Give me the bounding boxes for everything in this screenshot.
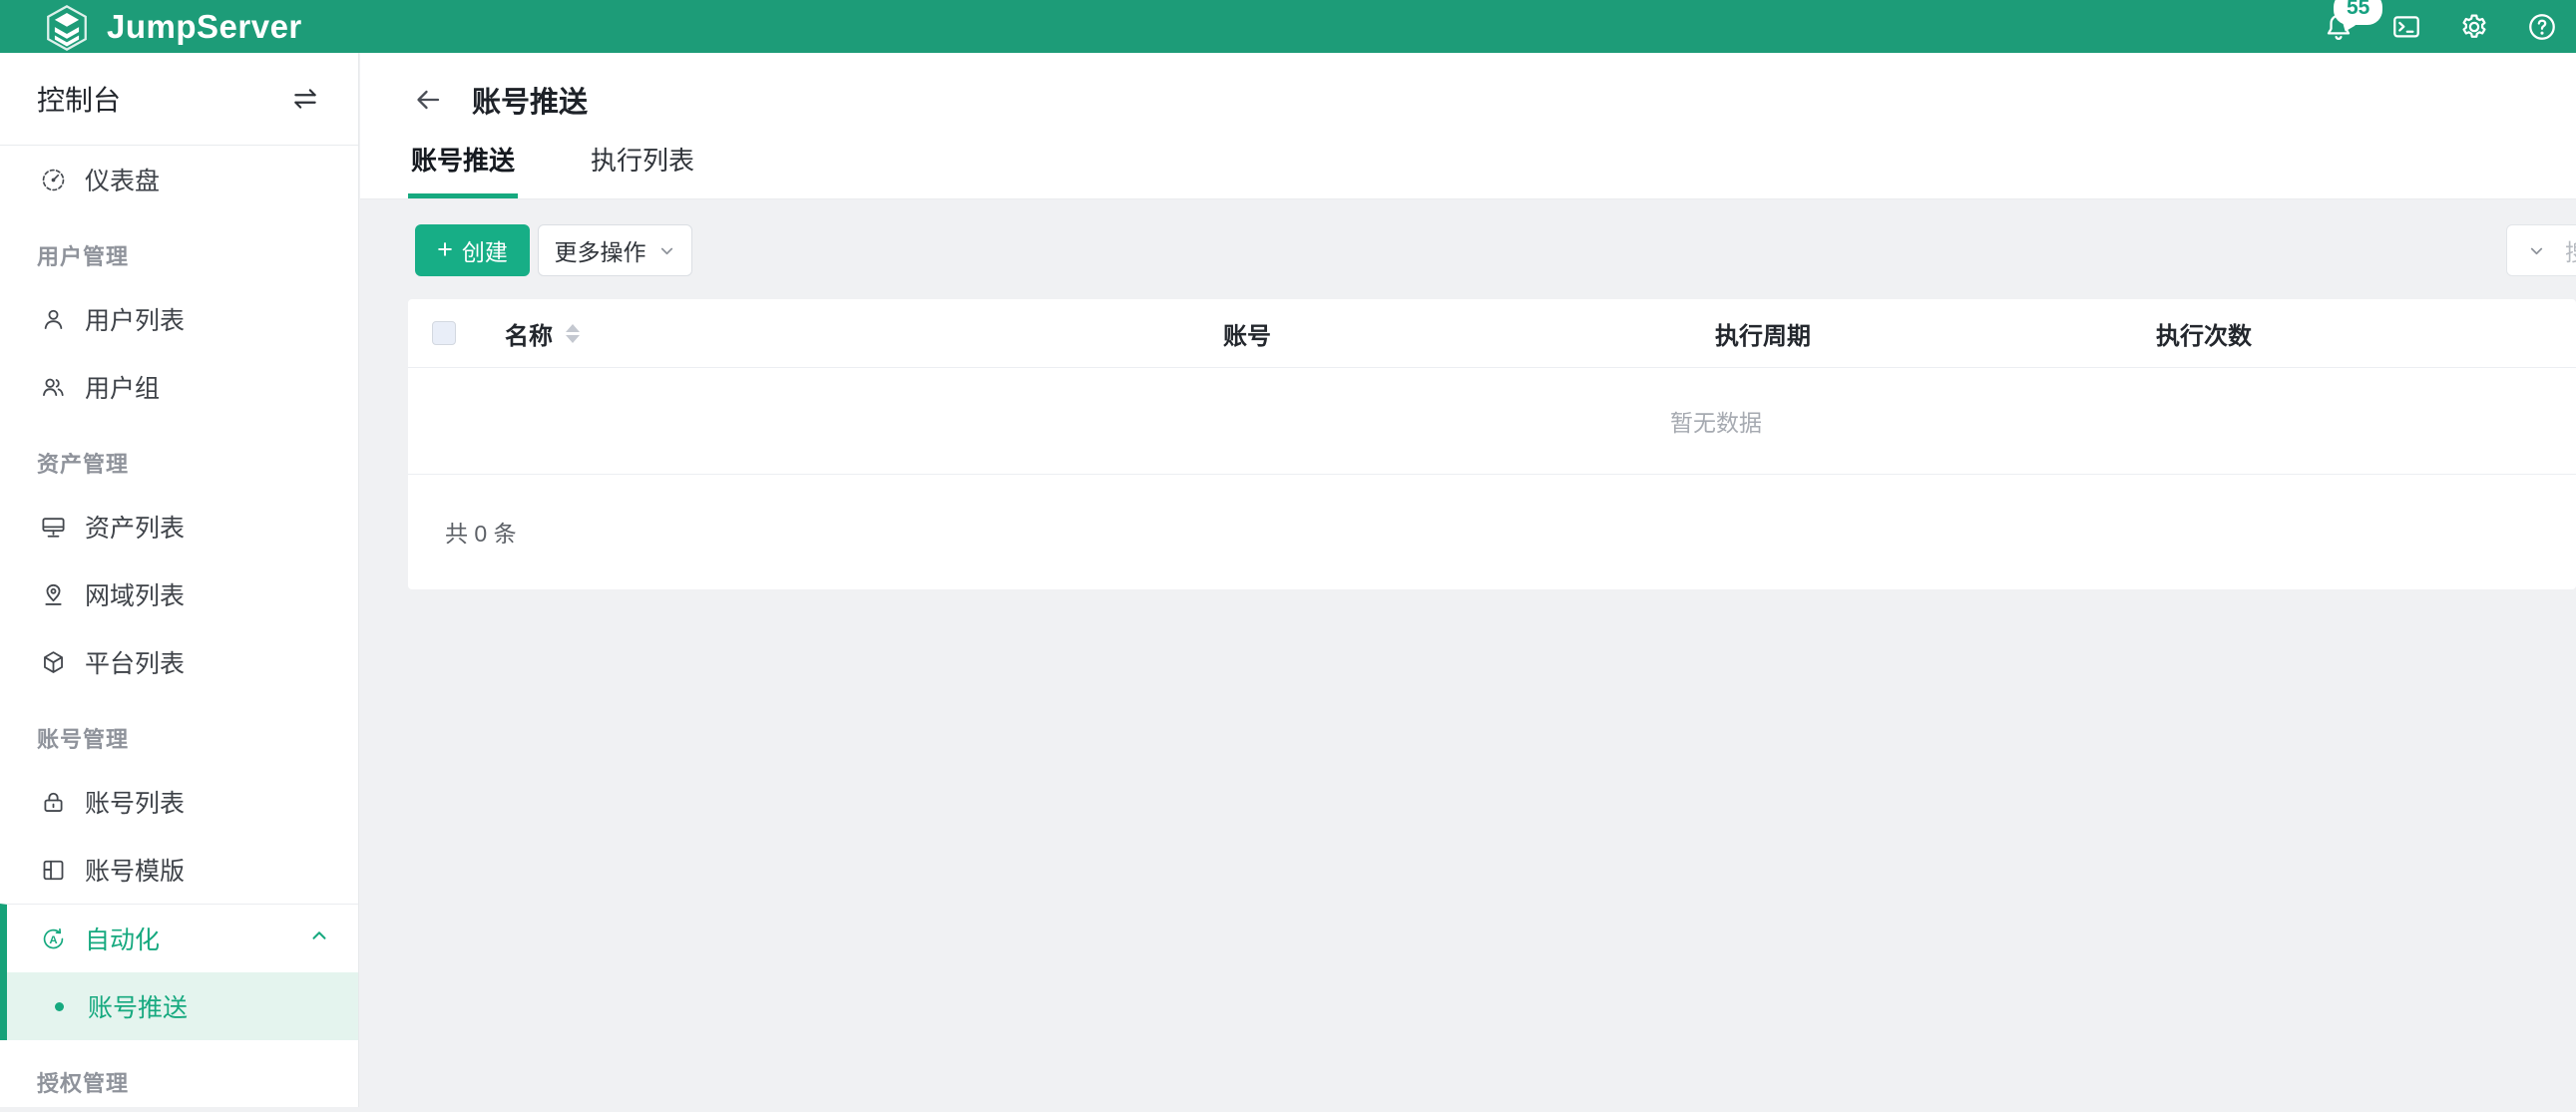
- help-icon[interactable]: [2526, 11, 2558, 43]
- search-filter-select[interactable]: 搜: [2506, 224, 2576, 276]
- settings-gear-icon[interactable]: [2458, 11, 2490, 43]
- sidebar-item-label: 网域列表: [85, 576, 185, 612]
- template-layout-icon: [40, 857, 67, 884]
- table-panel: 名称 账号 执行周期 执行次数 暂无数据 共 0 条: [408, 299, 2576, 589]
- main-content: 账号推送 账号推送 执行列表 + 创建 更多操作 搜 名称: [360, 53, 2576, 1107]
- more-actions-button[interactable]: 更多操作: [538, 224, 692, 276]
- top-header-bar: JumpServer 55: [0, 0, 2576, 53]
- page-title: 账号推送: [472, 79, 588, 121]
- sidebar-item-label: 自动化: [85, 921, 160, 956]
- select-all-checkbox[interactable]: [432, 321, 456, 345]
- sidebar-item-automation[interactable]: A 自动化: [7, 905, 358, 972]
- sidebar-section-user-management: 用户管理: [0, 213, 358, 285]
- sidebar-item-account-list[interactable]: 账号列表: [0, 768, 358, 836]
- back-arrow-icon[interactable]: [411, 83, 445, 117]
- user-icon: [40, 306, 67, 333]
- sidebar-subitem-label: 账号推送: [88, 988, 188, 1024]
- view-switch-icon[interactable]: [288, 82, 322, 116]
- chevron-up-icon[interactable]: [308, 925, 330, 953]
- sort-carets-icon[interactable]: [566, 324, 580, 343]
- sidebar-item-platform-list[interactable]: 平台列表: [0, 628, 358, 696]
- sidebar-section-asset-management: 资产管理: [0, 421, 358, 493]
- account-lock-icon: [40, 789, 67, 816]
- notification-count-badge[interactable]: 55: [2334, 0, 2382, 25]
- table-header-row: 名称 账号 执行周期 执行次数: [408, 299, 2576, 368]
- user-group-icon: [40, 374, 67, 401]
- domain-pin-icon: [40, 581, 67, 608]
- empty-data-text: 暂无数据: [1670, 404, 1762, 438]
- sidebar-item-label: 资产列表: [85, 509, 185, 545]
- sidebar-item-domain-list[interactable]: 网域列表: [0, 560, 358, 628]
- column-header-cycle: 执行周期: [1715, 299, 1811, 368]
- svg-text:A: A: [49, 933, 57, 945]
- sidebar-subitem-account-push[interactable]: 账号推送: [7, 972, 358, 1040]
- tab-account-push[interactable]: 账号推送: [408, 141, 518, 198]
- brand-name: JumpServer: [107, 8, 302, 46]
- toolbar: + 创建 更多操作 搜: [415, 224, 2576, 276]
- sidebar-item-label: 账号模版: [85, 852, 185, 888]
- create-button[interactable]: + 创建: [415, 224, 530, 276]
- sidebar-item-label: 用户组: [85, 369, 160, 405]
- sidebar-item-label: 仪表盘: [85, 162, 160, 197]
- sidebar-menu: 仪表盘 用户管理 用户列表 用户组 资产管理 资产列表 网域: [0, 146, 358, 1112]
- brand-logo[interactable]: JumpServer: [0, 1, 302, 53]
- tab-execution-list[interactable]: 执行列表: [588, 141, 697, 198]
- search-label-partial: 搜: [2565, 233, 2576, 267]
- table-empty-row: 暂无数据: [408, 368, 2576, 475]
- sidebar-section-authorization: 授权管理: [0, 1040, 358, 1112]
- chevron-down-icon: [2527, 241, 2546, 260]
- automation-icon: A: [40, 926, 67, 952]
- column-header-account: 账号: [1223, 299, 1271, 368]
- dashboard-gauge-icon: [40, 167, 67, 193]
- tab-bar: 账号推送 执行列表: [408, 141, 697, 198]
- sidebar-active-group: A 自动化 账号推送: [0, 904, 358, 1040]
- column-header-count: 执行次数: [2156, 299, 2252, 368]
- sidebar-item-label: 平台列表: [85, 644, 185, 680]
- sidebar-item-label: 用户列表: [85, 301, 185, 337]
- sidebar-item-label: 账号列表: [85, 784, 185, 820]
- column-header-name[interactable]: 名称: [505, 299, 580, 368]
- web-terminal-icon[interactable]: [2390, 11, 2422, 43]
- sidebar-item-account-template[interactable]: 账号模版: [0, 836, 358, 904]
- sidebar-item-user-list[interactable]: 用户列表: [0, 285, 358, 353]
- page-header: 账号推送 账号推送 执行列表: [360, 53, 2576, 199]
- topbar-actions: 55: [2323, 11, 2576, 43]
- jumpserver-logo-icon: [42, 3, 92, 53]
- sidebar-title: 控制台: [37, 79, 121, 119]
- sidebar-header: 控制台: [0, 53, 358, 146]
- platform-cube-icon: [40, 649, 67, 676]
- sidebar-item-dashboard[interactable]: 仪表盘: [0, 146, 358, 213]
- sidebar-section-account-management: 账号管理: [0, 696, 358, 768]
- sidebar-item-user-group[interactable]: 用户组: [0, 353, 358, 421]
- bullet-dot-icon: [55, 1002, 64, 1011]
- table-footer: 共 0 条: [408, 475, 2576, 587]
- chevron-down-icon: [657, 241, 676, 260]
- total-count-text: 共 0 条: [445, 515, 517, 549]
- notification-bell-icon[interactable]: 55: [2323, 11, 2355, 43]
- plus-icon: +: [437, 236, 453, 263]
- sidebar: 控制台 仪表盘 用户管理 用户列表 用户组 资产管理: [0, 53, 359, 1107]
- asset-monitor-icon: [40, 514, 67, 541]
- sidebar-item-asset-list[interactable]: 资产列表: [0, 493, 358, 560]
